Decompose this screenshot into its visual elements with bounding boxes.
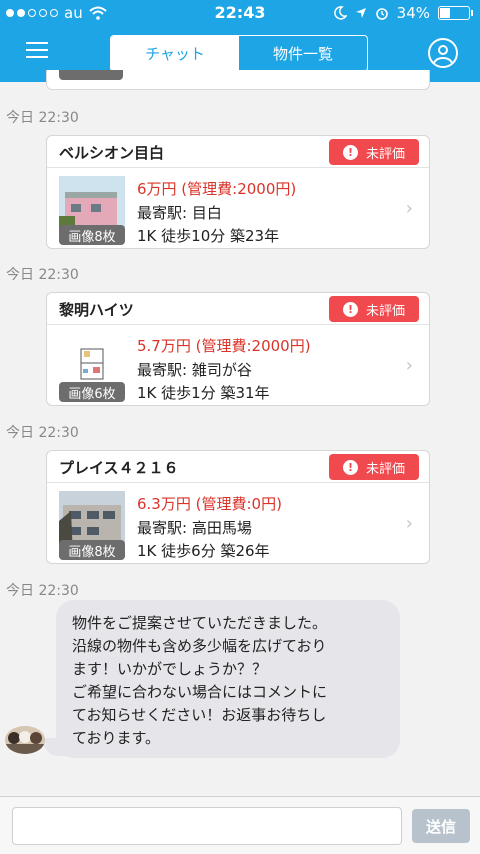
battery-level-fill <box>440 8 451 18</box>
message-timestamp: 今日 22:30 <box>6 267 79 283</box>
badge-label: 未評価 <box>365 146 405 162</box>
chevron-right-icon: › <box>405 513 413 534</box>
exclamation-icon: ! <box>342 301 358 317</box>
divider <box>47 324 429 325</box>
property-price: 6万円 (管理費:2000円) <box>137 180 297 198</box>
chevron-right-icon: › <box>405 198 413 219</box>
property-spec: 1K 徒歩6分 築26年 <box>137 542 270 560</box>
property-spec: 1K 徒歩10分 築23年 <box>137 227 280 245</box>
view-switcher: チャット 物件一覧 <box>110 35 368 72</box>
message-line: ご希望に合わない場合にはコメントに <box>72 683 328 701</box>
badge-label: 未評価 <box>365 303 405 319</box>
image-count-tag: 画像8枚 <box>59 540 125 560</box>
divider <box>47 482 429 483</box>
property-name: 黎明ハイツ <box>59 301 134 319</box>
battery-icon <box>438 6 473 20</box>
status-right: 34% <box>333 4 473 22</box>
message-timestamp: 今日 22:30 <box>6 425 79 441</box>
location-arrow-icon <box>355 8 366 18</box>
message-composer: 送信 <box>0 796 480 854</box>
image-count-tag: 画像6枚 <box>59 382 125 402</box>
badge-label: 未評価 <box>365 461 405 477</box>
property-name: ベルシオン目白 <box>59 144 165 162</box>
tab-chat[interactable]: チャット <box>111 36 239 71</box>
property-spec: 1K 徒歩1分 築31年 <box>137 384 270 402</box>
send-button[interactable]: 送信 <box>412 809 470 843</box>
message-line: ております。 <box>72 729 161 747</box>
message-timestamp: 今日 22:30 <box>6 110 79 126</box>
tab-property-list[interactable]: 物件一覧 <box>239 36 367 71</box>
status-bar: au 22:43 34% <box>0 0 480 26</box>
agent-avatar[interactable] <box>5 726 45 754</box>
property-price: 5.7万円 (管理費:2000円) <box>137 337 311 355</box>
property-card[interactable]: 黎明ハイツ ! 未評価 画像6枚 5.7万円 (管理費:2000円) 最寄駅: … <box>46 292 430 406</box>
hamburger-menu-icon[interactable] <box>26 42 48 58</box>
nearest-station: 最寄駅: 目白 <box>137 204 222 222</box>
property-name: プレイス４２１６ <box>59 459 179 477</box>
message-line: 沿線の物件も含め多少幅を広げており <box>72 637 327 655</box>
unrated-badge: ! 未評価 <box>329 139 419 165</box>
unrated-badge: ! 未評価 <box>329 296 419 322</box>
message-line: ます！いかがでしょうか？？ <box>72 660 268 678</box>
message-input[interactable] <box>12 807 402 845</box>
message-line: てお知らせください！お返事お待ちし <box>72 706 327 724</box>
exclamation-icon: ! <box>342 144 358 160</box>
nearest-station: 最寄駅: 雑司が谷 <box>137 361 252 379</box>
property-card[interactable]: プレイス４２１６ ! 未評価 画像8枚 6.3万円 (管理費:0円) 最寄駅: … <box>46 450 430 564</box>
user-profile-icon[interactable] <box>428 38 458 68</box>
divider <box>47 167 429 168</box>
exclamation-icon: ! <box>342 459 358 475</box>
image-count-tag <box>59 70 123 80</box>
image-count-tag: 画像8枚 <box>59 225 125 245</box>
chevron-right-icon: › <box>405 355 413 376</box>
message-timestamp: 今日 22:30 <box>6 583 79 599</box>
agent-message-bubble: 物件をご提案させていただきました。 沿線の物件も含め多少幅を広げており ます！い… <box>56 600 400 758</box>
moon-icon <box>333 6 347 20</box>
property-card[interactable]: ベルシオン目白 ! 未評価 画像8枚 6万円 (管理費:2000円) 最寄駅: … <box>46 135 430 249</box>
alarm-clock-icon <box>375 8 388 20</box>
unrated-badge: ! 未評価 <box>329 454 419 480</box>
nearest-station: 最寄駅: 高田馬場 <box>137 519 252 537</box>
message-line: 物件をご提案させていただきました。 <box>72 614 328 632</box>
property-price: 6.3万円 (管理費:0円) <box>137 495 282 513</box>
battery-percent: 34% <box>396 4 430 22</box>
previous-property-card[interactable] <box>46 70 430 90</box>
